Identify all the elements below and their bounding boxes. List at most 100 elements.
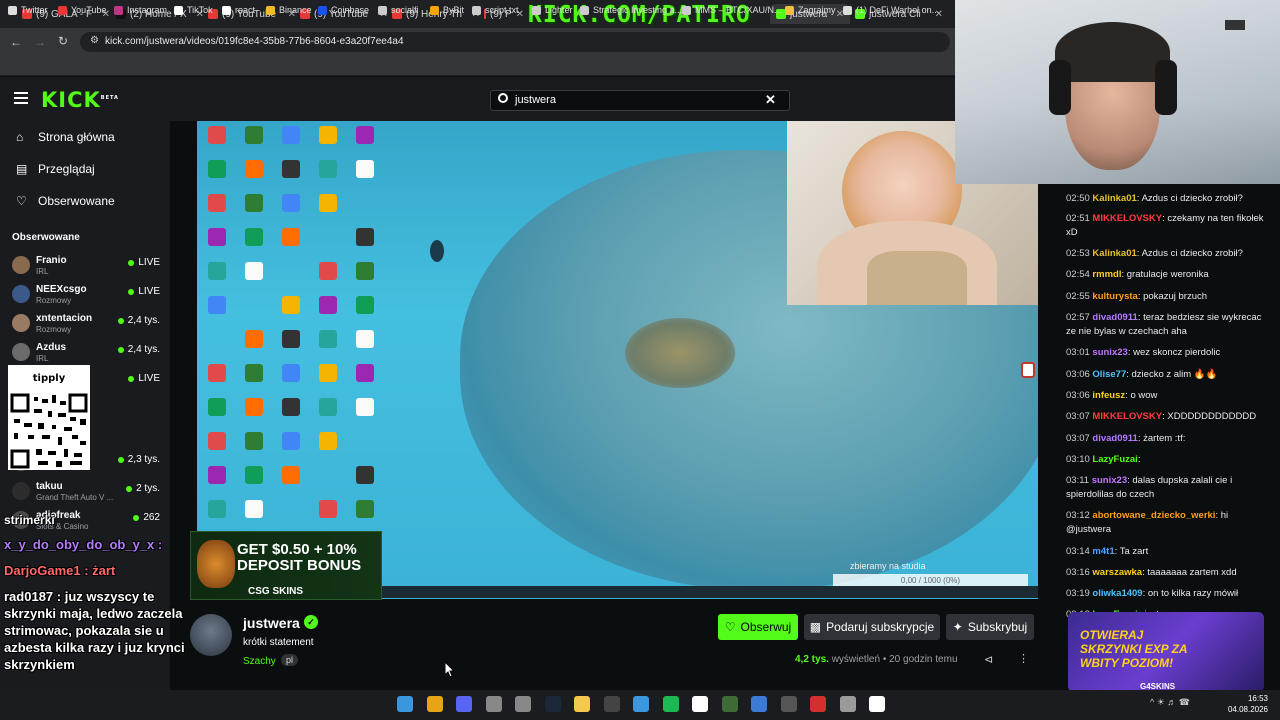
sidebar-item-following[interactable]: ♡ Obserwowane xyxy=(16,194,115,208)
chat-username[interactable]: oliwka1409 xyxy=(1092,588,1142,599)
bookmark-item[interactable]: Binance xyxy=(266,5,312,15)
windows-start-icon[interactable] xyxy=(397,696,413,712)
channel-name: xntentacion xyxy=(36,313,93,324)
spotify-icon[interactable] xyxy=(662,696,679,712)
chat-username[interactable]: MIKKELOVSKY xyxy=(1092,411,1162,422)
steam-icon[interactable] xyxy=(544,696,561,712)
bookmark-item[interactable]: Coinbase xyxy=(318,5,369,15)
status-text: LIVE xyxy=(138,257,160,268)
bookmark-label: Lighter xyxy=(545,5,573,15)
promo-text: GET $0.50 + 10% DEPOSIT BONUS xyxy=(237,541,362,574)
followed-channel[interactable]: Franio IRL LIVE xyxy=(12,253,162,281)
live-dot-icon xyxy=(126,485,133,492)
chat-text: o wow xyxy=(1130,390,1158,401)
kick-beta-badge: BETA xyxy=(100,95,119,101)
taskbar-clock[interactable]: 16:53 04.08.2026 xyxy=(1224,693,1268,715)
bookmark-item[interactable]: Strategic Investing a... xyxy=(580,5,682,15)
chat-username[interactable]: divad0911 xyxy=(1092,433,1137,444)
app-icon[interactable] xyxy=(839,696,856,712)
chat-username[interactable]: Kalinka01 xyxy=(1092,193,1136,204)
chat-message: 02:50 Kalinka01: Azdus ci dziecko zrobił… xyxy=(1066,192,1271,206)
app-icon[interactable] xyxy=(869,696,885,712)
channel-name[interactable]: justwera xyxy=(243,615,300,631)
explorer-icon[interactable] xyxy=(574,696,590,712)
chat-username[interactable]: divad0911 xyxy=(1092,312,1137,323)
bookmark-item[interactable]: Lighter xyxy=(532,5,573,15)
bookmark-item[interactable]: YouTube xyxy=(58,5,106,15)
bookmark-item[interactable]: Zagrajmy xyxy=(785,5,836,15)
followed-channel[interactable]: xntentacion Rozmowy 2,4 tys. xyxy=(12,311,162,339)
desktop-app-icon xyxy=(319,194,337,212)
app-icon[interactable] xyxy=(780,696,797,712)
desktop-app-icon xyxy=(356,262,374,280)
app-icon[interactable] xyxy=(633,696,649,712)
bookmark-item[interactable]: script.txt xyxy=(472,5,519,15)
bookmark-item[interactable]: socialfi xyxy=(378,5,419,15)
chat-username[interactable]: sunix23 xyxy=(1092,475,1127,486)
followed-channel[interactable]: takuu Grand Theft Auto V ... 2 tys. xyxy=(12,479,162,507)
bookmark-item[interactable]: (1) DeFi Warhol on... xyxy=(843,5,939,15)
status-text: 2,3 tys. xyxy=(127,454,160,465)
reload-icon[interactable]: ↻ xyxy=(58,34,68,48)
chat-username[interactable]: LazyFuzai xyxy=(1092,454,1137,465)
follow-button[interactable]: ♡ Obserwuj xyxy=(718,614,798,640)
bookmark-icon xyxy=(430,5,439,15)
chat-username[interactable]: MIKKELOVSKY xyxy=(1092,213,1162,224)
chat-username[interactable]: kulturysta xyxy=(1092,291,1137,302)
sidebar-item-browse[interactable]: ▤ Przeglądaj xyxy=(16,162,95,176)
category-link[interactable]: Szachy xyxy=(243,656,276,667)
search-input[interactable]: justwera xyxy=(490,90,790,111)
chat-username[interactable]: Kalinka01 xyxy=(1092,248,1136,259)
status-text: 2 tys. xyxy=(136,483,160,494)
subscribe-button[interactable]: ✦ Subskrybuj xyxy=(946,614,1034,640)
chat-username[interactable]: rmmdl xyxy=(1092,269,1121,280)
chat-time: 03:06 xyxy=(1066,369,1090,380)
language-badge[interactable]: pl xyxy=(281,654,299,666)
bookmark-item[interactable]: MMS – BTC/XAU/N... xyxy=(682,5,782,15)
chat-username[interactable]: Olise77 xyxy=(1092,369,1126,380)
app-icon[interactable] xyxy=(485,696,502,712)
clear-search-icon[interactable]: ✕ xyxy=(765,92,776,108)
followed-channel[interactable]: Azdus IRL 2,4 tys. xyxy=(12,340,162,368)
bookmark-item[interactable]: react xyxy=(222,5,255,15)
chat-text: dziecko z alim 🔥🔥 xyxy=(1131,369,1218,380)
desktop-app-icon xyxy=(208,194,226,212)
chat-username[interactable]: sunix23 xyxy=(1092,347,1127,358)
chat-username[interactable]: m4t1 xyxy=(1092,546,1114,557)
back-icon[interactable]: ← xyxy=(10,35,22,49)
bookmark-item[interactable]: Instagram xyxy=(114,5,167,15)
bookmark-item[interactable]: Twitter xyxy=(8,5,48,15)
bookmark-item[interactable]: TikTok xyxy=(174,5,213,15)
bookmark-item[interactable]: ByBit xyxy=(430,5,464,15)
channel-name: Franio xyxy=(36,255,67,266)
followed-channel[interactable]: NEEXcsgo Rozmowy LIVE xyxy=(12,282,162,310)
chat-message: 03:16 warszawka: taaaaaaa zartem xdd xyxy=(1066,566,1271,580)
app-icon[interactable] xyxy=(810,696,826,712)
kick-logo[interactable]: KICKBETA xyxy=(41,88,119,112)
address-bar[interactable]: kick.com/justwera/videos/019fc8e4-35b8-7… xyxy=(80,32,950,52)
chat-message: 03:07 MIKKELOVSKY: XDDDDDDDDDDDD xyxy=(1066,410,1271,424)
app-icon[interactable] xyxy=(721,696,738,712)
discord-icon[interactable] xyxy=(456,696,472,712)
gift-subs-button[interactable]: ▩ Podaruj subskrypcje xyxy=(804,614,940,640)
bookmark-label: react xyxy=(235,5,256,15)
forward-icon[interactable]: → xyxy=(34,35,46,49)
app-icon[interactable] xyxy=(603,696,620,712)
chat-username[interactable]: abortowane_dziecko_werki xyxy=(1092,510,1215,521)
desktop-app-icon xyxy=(356,330,374,348)
menu-icon[interactable] xyxy=(14,92,28,104)
bookmark-label: ByBit xyxy=(443,5,465,15)
app-icon[interactable] xyxy=(692,696,708,712)
chat-promo-text: OTWIERAJ SKRZYNKI EXP ZA WBITY POZIOM! xyxy=(1080,628,1188,670)
sidebar-item-home[interactable]: ⌂ Strona główna xyxy=(16,130,115,144)
chat-username[interactable]: infeusz xyxy=(1092,390,1125,401)
site-info-icon[interactable]: ⚙ xyxy=(90,35,99,46)
desktop-app-icon xyxy=(208,262,226,280)
browse-icon: ▤ xyxy=(16,162,28,176)
chat-username[interactable]: warszawka xyxy=(1092,567,1142,578)
share-icon[interactable]: ⊲ xyxy=(984,653,993,666)
more-options-icon[interactable]: ⋮ xyxy=(1018,652,1029,665)
app-icon[interactable] xyxy=(515,696,531,712)
app-icon[interactable] xyxy=(751,696,767,712)
chrome-icon[interactable] xyxy=(426,696,443,712)
